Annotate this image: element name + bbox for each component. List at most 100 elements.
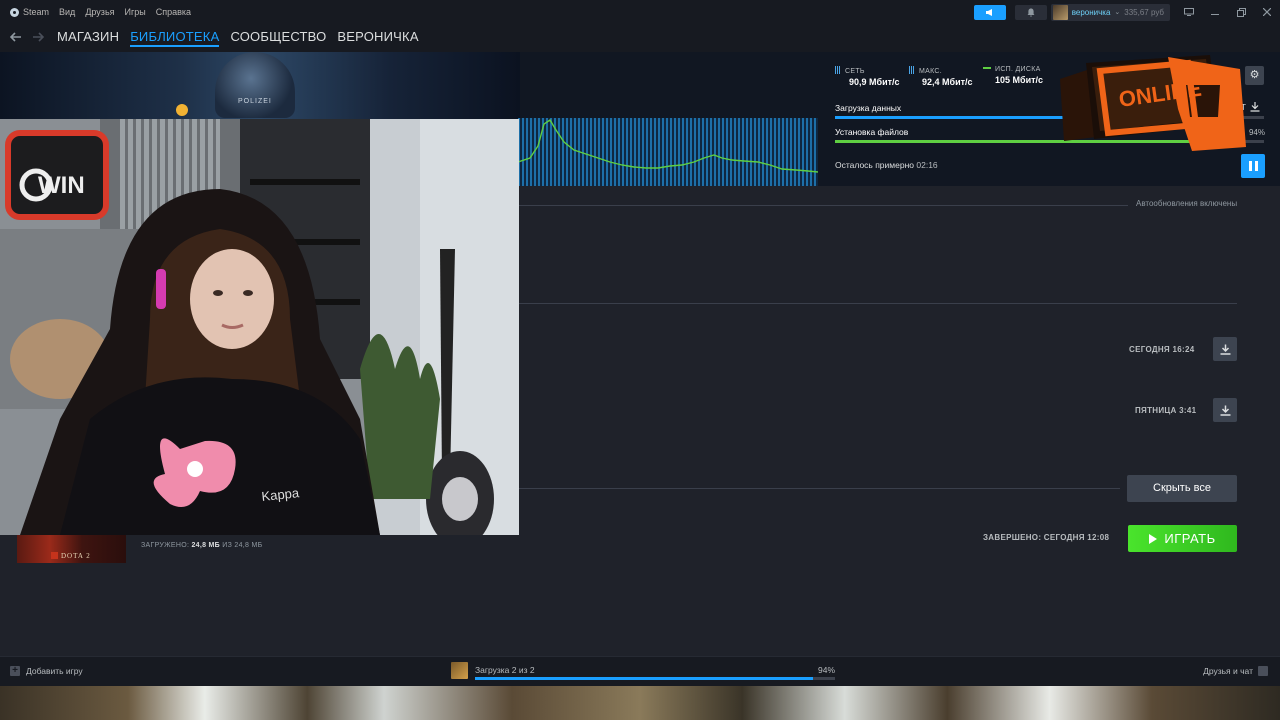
account-username: вероничка (1071, 7, 1111, 17)
downloaded-label: ЗАГРУЖЕНО: (141, 542, 190, 549)
minimize-icon (1211, 14, 1219, 15)
autoupdate-status: Автообновления включены (1136, 199, 1238, 208)
downloaded-size: ЗАГРУЖЕНО: 24,8 МБ ИЗ 24,8 МБ (141, 542, 262, 549)
friends-chat-button[interactable]: Друзья и чат (1203, 666, 1268, 676)
big-picture-button[interactable] (1176, 0, 1202, 24)
friends-chat-label: Друзья и чат (1203, 666, 1253, 676)
steam-window: Steam Вид Друзья Игры Справка вероничка … (0, 0, 1280, 720)
minimize-button[interactable] (1202, 0, 1228, 24)
steam-menu-label: Steam (23, 7, 50, 17)
avatar (1052, 4, 1068, 20)
download-icon (1220, 344, 1230, 355)
time-remaining-value: 02:16 (916, 160, 938, 170)
play-button[interactable]: ИГРАТЬ (1128, 525, 1237, 552)
steam-menu[interactable]: Steam (10, 7, 49, 17)
maximize-button[interactable] (1228, 0, 1254, 24)
download-icon (1220, 405, 1230, 416)
section-divider (518, 488, 1120, 489)
dota2-thumbnail[interactable]: DOTA 2 (17, 535, 126, 563)
install-files-label: Установка файлов (835, 127, 909, 137)
webcam-overlay: WIN Kappa (0, 119, 519, 535)
steam-logo-icon (10, 7, 19, 17)
add-game-button[interactable]: + Добавить игру (10, 666, 83, 676)
nav-store[interactable]: МАГАЗИН (57, 29, 119, 47)
stat-max: МАКС. 92,4 Мбит/с (909, 66, 973, 87)
chevron-down-icon: ⌄ (1114, 9, 1121, 16)
gear-icon: ⚙ (1249, 69, 1260, 81)
nav-library[interactable]: БИБЛИОТЕКА (130, 29, 220, 47)
status-bar: + Добавить игру Загрузка 2 из 2 94% Друз… (0, 656, 1280, 686)
menu-games[interactable]: Игры (125, 7, 146, 17)
downloaded-of: ИЗ (222, 542, 233, 549)
downloaded-total: 24,8 МБ (234, 542, 263, 549)
game-title: DOTA 2 (61, 552, 91, 560)
plus-icon: + (10, 666, 20, 676)
close-button[interactable] (1254, 0, 1280, 24)
account-menu[interactable]: вероничка ⌄ 335,67 руб (1050, 3, 1170, 21)
stat-network-value: 90,9 Мбит/с (849, 77, 900, 87)
stat-network-label: СЕТЬ (845, 68, 865, 75)
time-remaining-label: Осталось примерно (835, 160, 915, 170)
megaphone-icon (985, 8, 992, 16)
install-percent: 94% (1248, 128, 1265, 137)
menu-help[interactable]: Справка (156, 7, 191, 17)
webcam-sign-text: WIN (38, 172, 85, 199)
download-settings-button[interactable]: ⚙ (1245, 66, 1264, 85)
pause-icon (1248, 161, 1252, 171)
stat-network: СЕТЬ 90,9 Мбит/с (835, 66, 900, 87)
close-icon (1263, 8, 1271, 16)
chat-icon (1258, 666, 1268, 676)
menu-friends[interactable]: Друзья (85, 7, 114, 17)
online-logo-overlay: ONLINE (1060, 55, 1246, 151)
menu-bar-right: вероничка ⌄ 335,67 руб (973, 0, 1280, 24)
desktop-background (0, 686, 1280, 720)
stat-disk-label: ИСП. ДИСКА (995, 66, 1041, 73)
stat-max-label: МАКС. (919, 68, 942, 75)
soldier-helmet-art (215, 52, 295, 118)
play-icon (1149, 533, 1158, 544)
bell-icon (1027, 8, 1035, 17)
bar-chart-icon (909, 66, 915, 74)
download-status-text[interactable]: Загрузка 2 из 2 (475, 665, 535, 675)
monitor-icon (1184, 8, 1194, 16)
dota-logo-icon (51, 552, 58, 559)
back-arrow-icon[interactable] (8, 30, 24, 46)
download-graph (518, 118, 818, 186)
queue-download-button[interactable] (1213, 398, 1237, 422)
queue-download-button[interactable] (1213, 337, 1237, 361)
data-download-label: Загрузка данных (835, 103, 902, 113)
menu-view[interactable]: Вид (59, 7, 75, 17)
queue-item-date: ПЯТНИЦА 3:41 (1135, 406, 1197, 415)
nav-profile[interactable]: ВЕРОНИЧКА (337, 29, 418, 47)
download-status-progress (475, 677, 835, 680)
line-legend-icon (983, 67, 991, 69)
nav-community[interactable]: СООБЩЕСТВО (230, 29, 326, 47)
download-status-fill (475, 677, 814, 680)
menu-bar: Steam Вид Друзья Игры Справка вероничка … (0, 0, 1280, 24)
announcements-button[interactable] (973, 4, 1006, 20)
downloaded-value: 24,8 МБ (191, 542, 221, 549)
notifications-button[interactable] (1014, 4, 1047, 20)
restore-icon (1236, 7, 1246, 17)
time-remaining: Осталось примерно 02:16 (835, 160, 938, 170)
navigation-bar: МАГАЗИН БИБЛИОТЕКА СООБЩЕСТВО ВЕРОНИЧКА (0, 24, 1280, 52)
pause-download-button[interactable] (1241, 154, 1265, 178)
flash-art (176, 104, 188, 116)
section-divider (518, 303, 1237, 304)
queue-item-date: СЕГОДНЯ 16:24 (1129, 345, 1195, 354)
download-icon (1250, 102, 1260, 112)
downloading-game-icon (451, 662, 468, 679)
forward-arrow-icon[interactable] (30, 30, 46, 46)
stat-disk-value: 105 Мбит/с (995, 75, 1044, 85)
section-divider (518, 205, 1128, 206)
download-status-percent: 94% (818, 665, 836, 675)
wallet-balance: 335,67 руб (1124, 7, 1164, 17)
hide-all-button[interactable]: Скрыть все (1127, 475, 1237, 502)
disk-usage-line (518, 119, 818, 173)
add-game-label: Добавить игру (26, 666, 83, 676)
stat-disk: ИСП. ДИСКА 105 Мбит/с (983, 66, 1043, 85)
stat-max-value: 92,4 Мбит/с (922, 77, 973, 87)
bar-chart-icon (835, 66, 841, 74)
play-label: ИГРАТЬ (1164, 531, 1216, 546)
game-banner-art: POLIZEI (0, 52, 520, 122)
